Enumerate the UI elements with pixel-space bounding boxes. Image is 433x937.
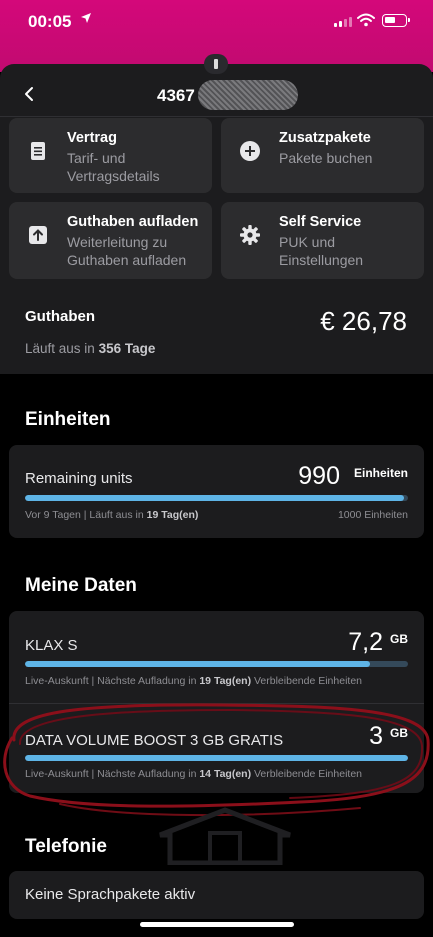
tile-subtitle: PUK und Einstellungen xyxy=(279,234,364,268)
data-row-unit: GB xyxy=(390,726,408,740)
tile-subtitle: Tarif- und Vertragsdetails xyxy=(67,150,160,184)
meta-suffix: Verbleibende Einheiten xyxy=(254,675,363,687)
tile-title: Zusatzpakete xyxy=(279,130,371,146)
tile-title: Self Service xyxy=(279,214,362,230)
data-row-value: 7,2 xyxy=(348,628,383,656)
meta-prefix: Vor 9 Tagen | Läuft aus in xyxy=(25,509,144,521)
tile-subtitle: Weiterleitung zu Guthaben aufladen xyxy=(67,234,187,268)
telefonie-status: Keine Sprachpakete aktiv xyxy=(25,886,196,903)
cell-signal-icon xyxy=(334,17,352,27)
chevron-left-icon xyxy=(25,87,33,101)
data-progress-bar xyxy=(25,661,408,667)
section-title-meine-daten: Meine Daten xyxy=(25,575,137,596)
document-icon xyxy=(27,140,49,162)
units-unit: Einheiten xyxy=(353,466,408,480)
units-label: Remaining units xyxy=(25,470,133,487)
data-progress-fill xyxy=(25,755,408,761)
units-value: 990 xyxy=(298,462,340,490)
meta-suffix: Verbleibende Einheiten xyxy=(254,768,363,780)
data-row-meta: Live-Auskunft | Nächste Aufladung in 19 … xyxy=(25,675,362,687)
back-button[interactable] xyxy=(18,82,42,106)
tile-self-service[interactable]: Self Service PUK und Einstellungen xyxy=(221,202,424,279)
home-indicator[interactable] xyxy=(140,922,294,927)
gear-icon xyxy=(239,224,261,246)
data-row-meta: Live-Auskunft | Nächste Aufladung in 14 … xyxy=(25,768,362,780)
redaction-mask xyxy=(198,80,298,110)
data-row-label: DATA VOLUME BOOST 3 GB GRATIS xyxy=(25,732,284,749)
wifi-icon xyxy=(357,13,375,27)
data-row-unit: GB xyxy=(390,632,408,646)
units-total: 1000 Einheiten xyxy=(337,509,408,521)
units-progress-fill xyxy=(25,495,405,501)
section-title-einheiten: Einheiten xyxy=(25,409,111,430)
meta-value: 19 Tag(en) xyxy=(146,509,199,521)
tile-subtitle: Pakete buchen xyxy=(279,150,373,166)
expiry-value: 356 Tage xyxy=(98,341,156,356)
meta-value: 14 Tag(en) xyxy=(199,768,252,780)
tile-title: Vertrag xyxy=(67,130,117,146)
guthaben-expiry: Läuft aus in 356 Tage xyxy=(25,341,155,356)
meta-prefix: Live-Auskunft | Nächste Aufladung in xyxy=(25,675,197,687)
status-time: 00:05 xyxy=(28,12,72,31)
units-meta: Vor 9 Tagen | Läuft aus in 19 Tag(en) xyxy=(25,509,198,521)
data-card: KLAX S 7,2 GB Live-Auskunft | Nächste Au… xyxy=(9,611,424,793)
expiry-prefix: Läuft aus in xyxy=(25,341,95,356)
section-title-telefonie: Telefonie xyxy=(25,836,107,857)
telefonie-card[interactable]: Keine Sprachpakete aktiv xyxy=(9,871,424,919)
battery-icon xyxy=(382,14,410,27)
data-progress-bar xyxy=(25,755,408,761)
phone-number-title: 4367 xyxy=(157,86,195,105)
plus-circle-icon xyxy=(239,140,261,162)
data-row-label: KLAX S xyxy=(25,637,78,654)
reflection-overlay xyxy=(159,807,291,865)
data-row-value: 3 xyxy=(369,722,383,750)
meta-value: 19 Tag(en) xyxy=(199,675,252,687)
guthaben-label: Guthaben xyxy=(25,308,95,325)
location-arrow-icon xyxy=(80,12,92,27)
units-progress-bar xyxy=(25,495,408,501)
divider xyxy=(9,703,424,704)
guthaben-amount: € 26,78 xyxy=(320,306,407,336)
tile-vertrag[interactable]: Vertrag Tarif- und Vertragsdetails xyxy=(9,118,212,193)
upload-icon xyxy=(27,224,49,246)
tile-zusatzpakete[interactable]: Zusatzpakete Pakete buchen xyxy=(221,118,424,193)
units-card[interactable]: Remaining units 990 Einheiten Vor 9 Tage… xyxy=(9,445,424,538)
meta-prefix: Live-Auskunft | Nächste Aufladung in xyxy=(25,768,197,780)
divider xyxy=(0,116,433,117)
tile-guthaben-aufladen[interactable]: Guthaben aufladen Weiterleitung zu Gutha… xyxy=(9,202,212,279)
sim-card-icon xyxy=(204,54,228,74)
tile-title: Guthaben aufladen xyxy=(67,214,199,230)
data-progress-fill xyxy=(25,661,370,667)
